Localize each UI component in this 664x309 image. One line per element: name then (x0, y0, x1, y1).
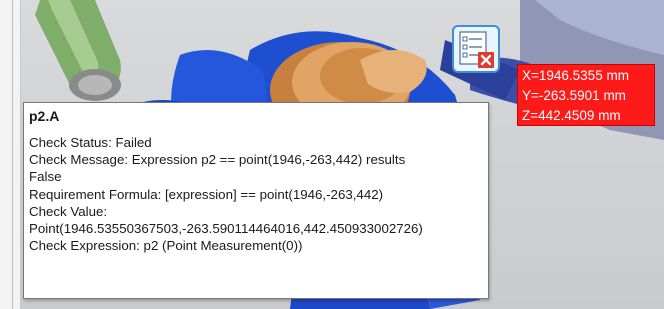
tooltip-line-formula: Requirement Formula: [expression] == poi… (29, 186, 384, 202)
readout-z: Z=442.4509 mm (522, 108, 621, 123)
tooltip-line-value: Point(1946.53550367503,-263.590114464016… (29, 221, 423, 237)
3d-viewport[interactable]: X=1946.5355 mm Y=-263.5901 mm Z=442.4509… (0, 0, 664, 309)
coordinate-readout: X=1946.5355 mm Y=-263.5901 mm Z=442.4509… (517, 64, 655, 126)
tooltip-line-message-cont: False (29, 169, 62, 185)
check-failed-icon[interactable] (452, 25, 500, 73)
check-tooltip: p2.A Check Status: Failed Check Message:… (23, 102, 489, 299)
readout-y: Y=-263.5901 mm (522, 88, 626, 103)
green-pipe (35, 0, 121, 101)
tooltip-line-value-label: Check Value: (29, 203, 108, 219)
tooltip-title: p2.A (29, 108, 60, 124)
check-list-icon (459, 31, 494, 68)
tooltip-line-message: Check Message: Expression p2 == point(19… (29, 152, 406, 168)
tooltip-line-status: Check Status: Failed (29, 135, 152, 150)
readout-x: X=1946.5355 mm (522, 68, 629, 83)
tooltip-line-expression: Check Expression: p2 (Point Measurement(… (29, 238, 303, 254)
